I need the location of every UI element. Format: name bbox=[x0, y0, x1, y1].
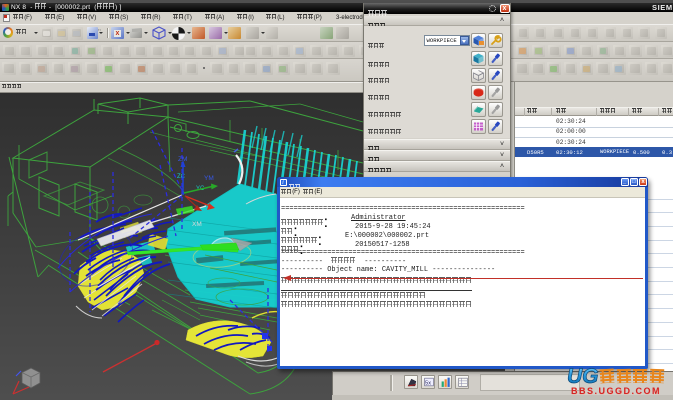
svg-text:YM: YM bbox=[204, 175, 214, 182]
svg-text:5x: 5x bbox=[425, 381, 431, 387]
svg-text:XM: XM bbox=[192, 221, 202, 228]
svg-text:ZC: ZC bbox=[177, 174, 186, 180]
